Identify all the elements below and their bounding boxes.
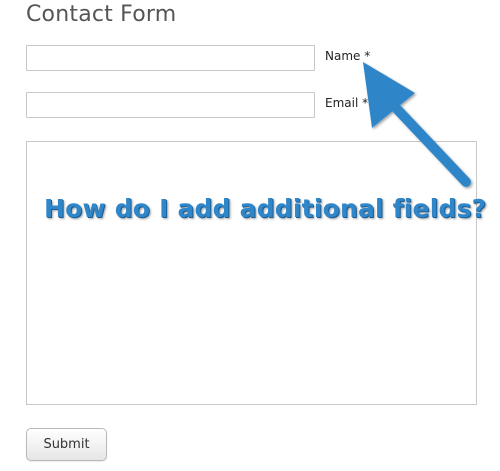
annotation-text: How do I add additional fields?: [44, 194, 487, 223]
email-input[interactable]: [26, 92, 315, 118]
name-label: Name *: [325, 49, 371, 63]
message-textarea[interactable]: [26, 141, 477, 405]
name-input[interactable]: [26, 45, 315, 71]
submit-button[interactable]: Submit: [26, 428, 107, 461]
email-label: Email *: [325, 96, 369, 110]
form-title: Contact Form: [26, 2, 177, 27]
